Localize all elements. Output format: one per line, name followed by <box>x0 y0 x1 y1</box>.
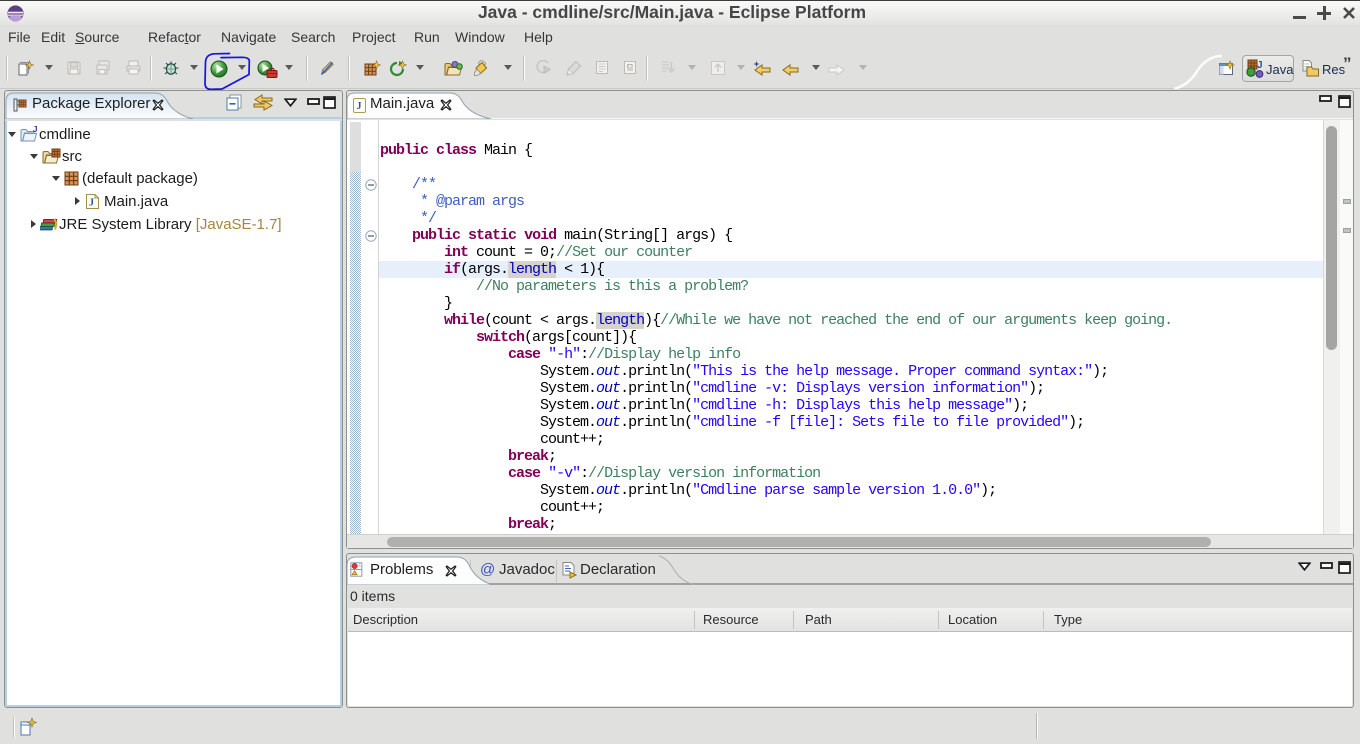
svg-text:J: J <box>33 126 37 134</box>
svg-text:J: J <box>1257 60 1263 71</box>
svg-text:J: J <box>89 198 94 209</box>
svg-text:J: J <box>357 101 362 112</box>
